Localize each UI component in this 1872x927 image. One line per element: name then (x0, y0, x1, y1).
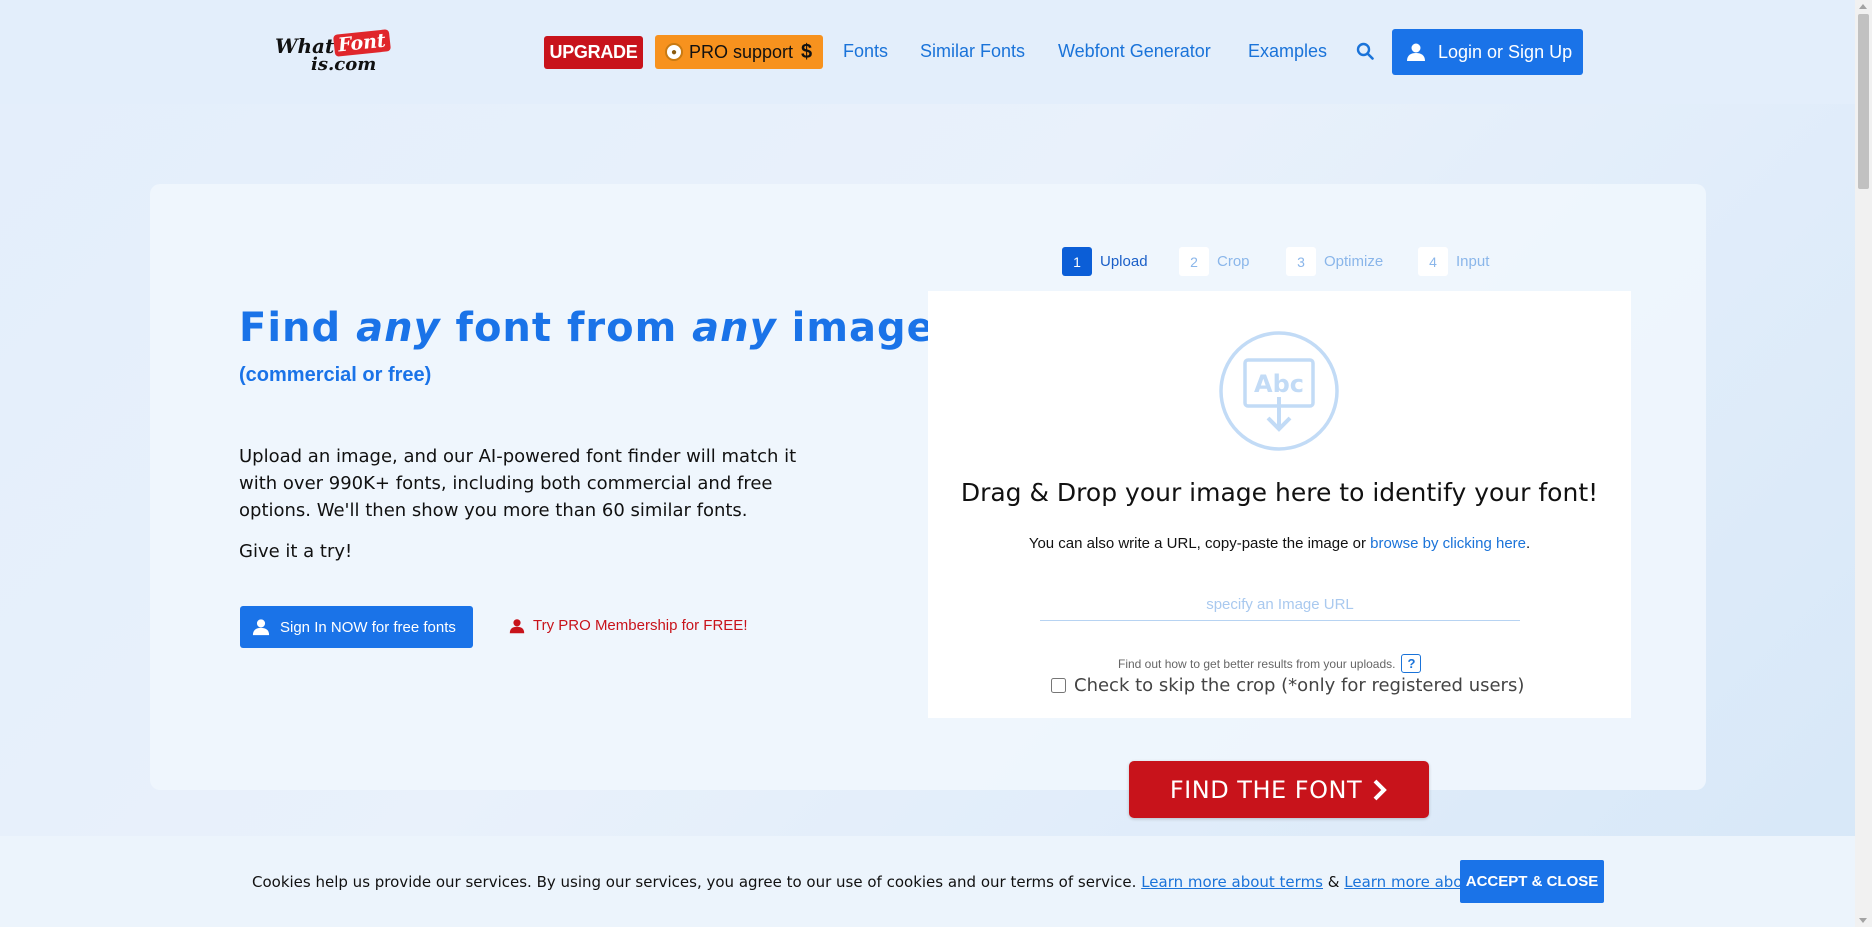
hero-subtitle: (commercial or free) (239, 364, 432, 386)
nav-webfont-generator[interactable]: Webfont Generator (1058, 41, 1211, 62)
upgrade-button[interactable]: UPGRADE (544, 36, 643, 69)
upload-image-icon: Abc (1219, 331, 1339, 451)
cookie-message: Cookies help us provide our services. By… (252, 873, 1531, 891)
dropzone-subtitle: You can also write a URL, copy-paste the… (928, 535, 1631, 552)
cookie-text: Cookies help us provide our services. By… (252, 873, 1137, 891)
login-signup-button[interactable]: Login or Sign Up (1392, 29, 1583, 75)
dollar-icon: $ (801, 40, 813, 63)
scrollbar-thumb[interactable] (1858, 14, 1869, 189)
title-part-3: font from (440, 305, 693, 351)
nav-similar-fonts[interactable]: Similar Fonts (920, 41, 1025, 62)
dropzone-sub-suffix: . (1526, 535, 1531, 552)
learn-terms-link[interactable]: Learn more about terms (1141, 873, 1323, 891)
step-number: 2 (1179, 247, 1209, 276)
upload-icon-text: Abc (1254, 370, 1304, 398)
title-part-1: Find (239, 305, 357, 351)
step-number: 1 (1062, 247, 1092, 276)
scroll-down-icon[interactable] (1859, 918, 1867, 923)
image-url-input[interactable] (1040, 589, 1520, 621)
help-icon[interactable]: ? (1401, 654, 1422, 673)
title-part-5: image (776, 305, 935, 351)
step-input[interactable]: 4 Input (1418, 247, 1489, 276)
step-optimize[interactable]: 3 Optimize (1286, 247, 1383, 276)
search-icon[interactable] (1356, 42, 1374, 60)
step-label: Upload (1100, 253, 1148, 270)
browse-link[interactable]: browse by clicking here (1370, 535, 1526, 552)
scroll-up-icon[interactable] (1859, 4, 1867, 9)
logo-iscom: is.com (311, 54, 377, 75)
find-font-label: FIND THE FONT (1169, 775, 1363, 804)
dropzone-sub-prefix: You can also write a URL, copy-paste the… (1028, 535, 1371, 552)
hero-description: Upload an image, and our AI-powered font… (239, 446, 797, 521)
hero-try-text: Give it a try! (239, 541, 353, 562)
page-scrollbar[interactable] (1855, 0, 1872, 927)
cookie-amp: & (1327, 873, 1340, 891)
skip-crop-option[interactable]: Check to skip the crop (*only for regist… (1051, 675, 1524, 696)
login-label: Login or Sign Up (1438, 41, 1573, 62)
site-logo[interactable]: What Font is.com (275, 29, 391, 75)
chevron-right-icon (1373, 779, 1387, 800)
step-number: 3 (1286, 247, 1316, 276)
step-label: Crop (1217, 253, 1250, 270)
step-number: 4 (1418, 247, 1448, 276)
try-pro-label: Try PRO Membership for FREE! (533, 617, 748, 634)
accept-close-button[interactable]: ACCEPT & CLOSE (1460, 860, 1604, 903)
skip-crop-checkbox[interactable] (1051, 678, 1066, 693)
title-part-4: any (692, 305, 777, 351)
pro-support-button[interactable]: ● PRO support $ (655, 35, 823, 69)
sign-in-free-button[interactable]: Sign In NOW for free fonts (240, 606, 473, 648)
user-icon (1407, 43, 1425, 61)
nav-fonts[interactable]: Fonts (843, 41, 888, 62)
step-crop[interactable]: 2 Crop (1179, 247, 1250, 276)
top-header: What Font is.com UPGRADE ● PRO support $… (0, 0, 1855, 104)
title-part-2: any (356, 305, 441, 351)
hero-title: Find any font from any image (239, 305, 935, 351)
try-pro-link[interactable]: Try PRO Membership for FREE! (509, 617, 747, 634)
upload-tip: Find out how to get better results from … (1118, 654, 1422, 673)
logo-font: Font (333, 29, 391, 57)
dropzone-title: Drag & Drop your image here to identify … (960, 478, 1599, 507)
pro-support-label: PRO support (689, 41, 794, 62)
skip-crop-label: Check to skip the crop (*only for regist… (1074, 675, 1525, 696)
user-icon (252, 619, 270, 636)
sign-in-label: Sign In NOW for free fonts (280, 618, 456, 636)
find-the-font-button[interactable]: FIND THE FONT (1129, 761, 1429, 818)
step-label: Optimize (1324, 253, 1384, 270)
step-label: Input (1456, 253, 1490, 270)
step-upload[interactable]: 1 Upload (1062, 247, 1148, 276)
coin-icon: ● (665, 43, 683, 61)
nav-examples[interactable]: Examples (1248, 41, 1327, 62)
tip-text: Find out how to get better results from … (1118, 656, 1396, 671)
user-icon (509, 618, 525, 633)
